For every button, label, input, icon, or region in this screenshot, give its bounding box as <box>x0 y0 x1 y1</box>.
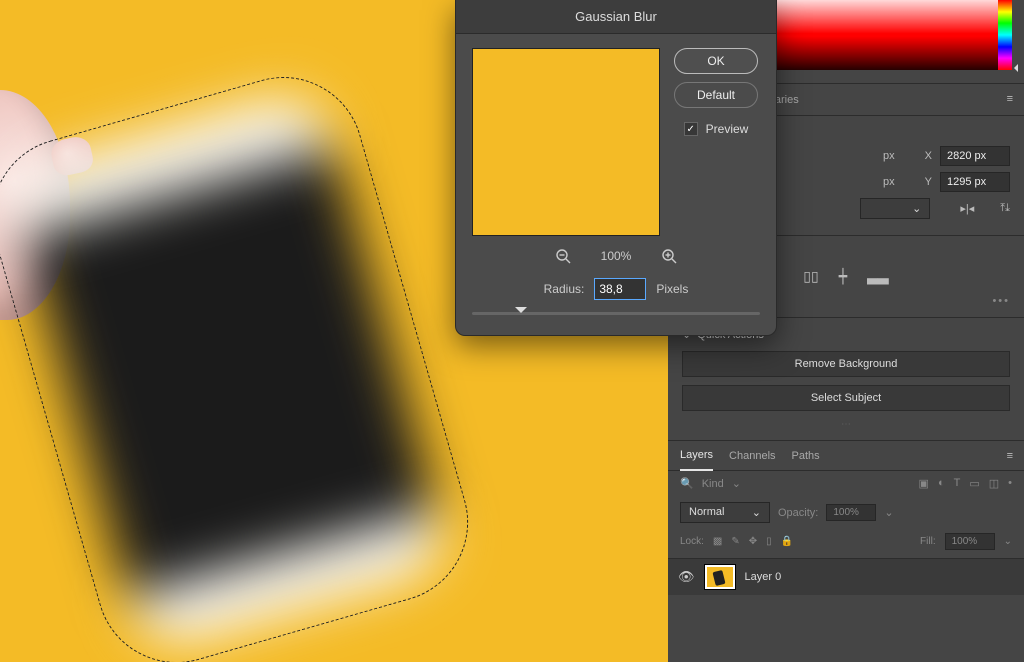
zoom-out-icon[interactable] <box>555 248 571 264</box>
layers-panel: Layers Channels Paths ≡ 🔍 Kind ⌄ ▣ ◐ T ▭… <box>668 441 1024 595</box>
kind-label: Kind <box>702 478 724 490</box>
ok-button[interactable]: OK <box>674 48 758 74</box>
preview-thumbnail[interactable] <box>472 48 660 236</box>
lock-brush-icon[interactable]: ✎ <box>731 536 739 547</box>
radius-label: Radius: <box>544 282 585 296</box>
lock-all-icon[interactable]: 🔒 <box>781 536 793 547</box>
unit-px: px <box>883 150 895 162</box>
preview-label: Preview <box>706 122 749 136</box>
units-dropdown[interactable]: ⌄ <box>860 198 930 219</box>
align-icon-3[interactable]: ▃▃ <box>867 268 889 285</box>
filter-dot-icon[interactable]: • <box>1008 477 1012 490</box>
gaussian-blur-dialog: Gaussian Blur OK Default ✓ Preview 100% … <box>455 0 777 336</box>
select-subject-button[interactable]: Select Subject <box>682 385 1010 411</box>
radius-unit: Pixels <box>656 282 688 296</box>
flip-h-icon[interactable]: ▸|◂ <box>960 202 974 215</box>
quick-actions-section: ⌄ Quick Actions Remove Background Select… <box>668 318 1024 441</box>
opacity-label: Opacity: <box>778 507 818 519</box>
lock-trans-icon[interactable]: ▩ <box>713 536 722 547</box>
opacity-arrow[interactable]: ⌄ <box>884 506 893 519</box>
input-x[interactable] <box>940 146 1010 166</box>
filter-adjust-icon[interactable]: ◐ <box>938 477 945 490</box>
zoom-in-icon[interactable] <box>661 248 677 264</box>
preview-checkbox[interactable]: ✓ Preview <box>684 122 749 136</box>
filter-image-icon[interactable]: ▣ <box>919 477 929 490</box>
fill-field[interactable] <box>945 533 995 550</box>
flip-v-icon[interactable]: ⤒⤓ <box>1000 202 1010 215</box>
layer-name[interactable]: Layer 0 <box>745 571 782 583</box>
fill-label: Fill: <box>920 536 936 547</box>
selection-marquee <box>0 58 487 662</box>
label-y: Y <box>925 176 932 188</box>
zoom-value: 100% <box>601 249 632 263</box>
view-more[interactable]: ⋯ <box>682 419 1010 430</box>
layer-row-0[interactable]: 👁 Layer 0 <box>668 558 1024 595</box>
dialog-title: Gaussian Blur <box>456 0 776 34</box>
label-x: X <box>925 150 932 162</box>
opacity-field[interactable] <box>826 504 876 521</box>
search-icon[interactable]: 🔍 <box>680 477 694 490</box>
fill-arrow[interactable]: ⌄ <box>1004 536 1012 547</box>
input-y[interactable] <box>940 172 1010 192</box>
lock-move-icon[interactable]: ✥ <box>749 536 757 547</box>
unit-px-2: px <box>883 176 895 188</box>
visibility-icon[interactable]: 👁 <box>678 569 695 585</box>
panel-menu-icon[interactable]: ≡ <box>1007 93 1014 105</box>
tab-channels[interactable]: Channels <box>729 450 775 462</box>
align-icon-1[interactable]: ▯▯ <box>803 268 818 285</box>
remove-background-button[interactable]: Remove Background <box>682 351 1010 377</box>
hue-strip[interactable] <box>998 0 1012 70</box>
default-button[interactable]: Default <box>674 82 758 108</box>
tab-layers[interactable]: Layers <box>680 449 713 471</box>
filter-shape-icon[interactable]: ▭ <box>969 477 979 490</box>
lock-nest-icon[interactable]: ▯ <box>766 536 772 547</box>
filter-type-icon[interactable]: T <box>954 477 961 490</box>
filter-smart-icon[interactable]: ◫ <box>989 477 999 490</box>
layer-thumbnail[interactable] <box>705 565 735 589</box>
color-spectrum[interactable] <box>736 0 1012 70</box>
lock-label: Lock: <box>680 536 704 547</box>
layers-menu-icon[interactable]: ≡ <box>1007 450 1014 462</box>
kind-dropdown[interactable]: ⌄ <box>732 477 741 490</box>
align-icon-2[interactable]: ┿ <box>839 268 847 285</box>
radius-input[interactable] <box>594 278 646 300</box>
checkbox-icon[interactable]: ✓ <box>684 122 698 136</box>
radius-slider[interactable] <box>472 312 760 315</box>
tab-paths[interactable]: Paths <box>792 450 820 462</box>
blend-mode-dropdown[interactable]: Normal⌄ <box>680 502 770 523</box>
